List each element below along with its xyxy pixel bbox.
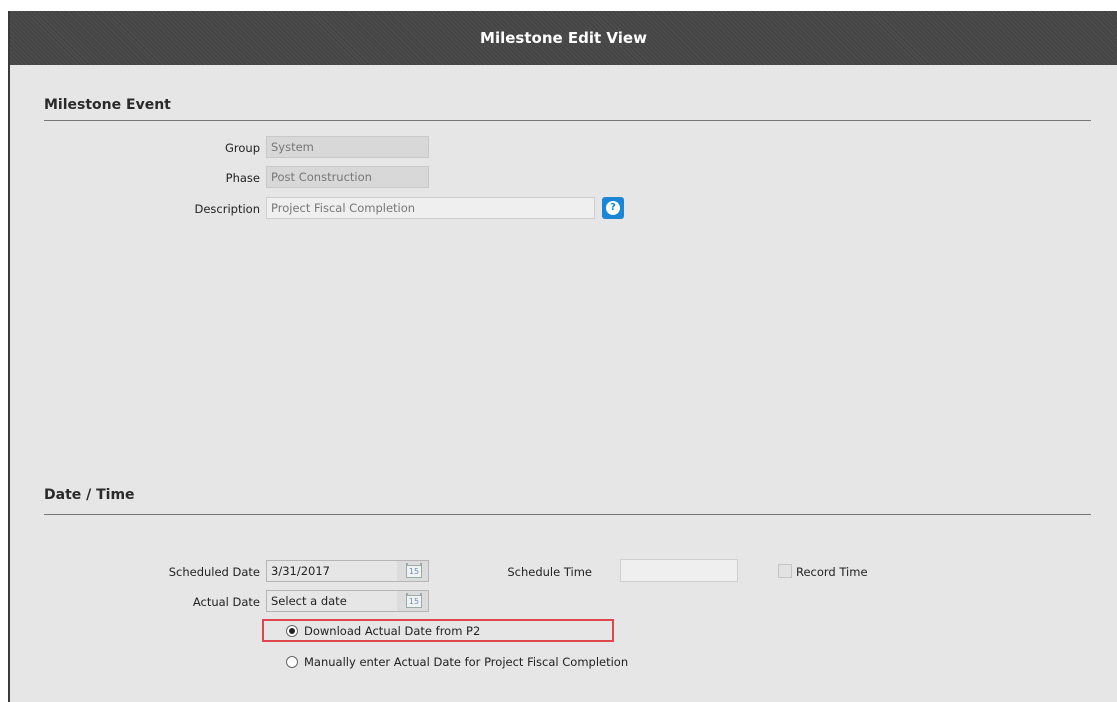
scheduled-date-picker[interactable]: 3/31/2017 15: [266, 560, 429, 582]
date-time-divider: [44, 514, 1091, 515]
description-label: Description: [194, 202, 261, 216]
window-title: Milestone Edit View: [480, 29, 647, 47]
group-field: System: [266, 136, 429, 158]
milestone-edit-window: Milestone Edit View Milestone Event Grou…: [8, 11, 1117, 702]
manual-actual-date-label[interactable]: Manually enter Actual Date for Project F…: [304, 655, 628, 669]
actual-date-picker[interactable]: Select a date 15: [266, 590, 429, 612]
actual-date-label: Actual Date: [192, 595, 260, 609]
schedule-time-label: Schedule Time: [507, 565, 592, 579]
window-titlebar: Milestone Edit View: [10, 11, 1117, 65]
help-question-icon[interactable]: ?: [602, 197, 624, 219]
description-field[interactable]: Project Fiscal Completion: [266, 197, 595, 219]
calendar-icon[interactable]: 15: [406, 593, 422, 608]
download-actual-date-label[interactable]: Download Actual Date from P2: [304, 624, 480, 638]
actual-date-value[interactable]: Select a date: [267, 591, 397, 611]
milestone-event-divider: [44, 120, 1091, 121]
question-mark-glyph: ?: [606, 201, 620, 215]
date-time-heading: Date / Time: [44, 487, 135, 503]
milestone-event-heading: Milestone Event: [44, 97, 171, 113]
download-actual-date-radio[interactable]: [286, 625, 298, 637]
calendar-icon[interactable]: 15: [406, 563, 422, 578]
manual-actual-date-radio[interactable]: [286, 656, 298, 668]
phase-field: Post Construction: [266, 166, 429, 188]
group-label: Group: [224, 141, 260, 155]
scheduled-date-label: Scheduled Date: [168, 565, 260, 579]
schedule-time-field[interactable]: [620, 559, 738, 582]
record-time-label: Record Time: [796, 565, 868, 579]
phase-label: Phase: [225, 171, 260, 185]
scheduled-date-value[interactable]: 3/31/2017: [267, 561, 397, 581]
record-time-checkbox[interactable]: [778, 564, 792, 578]
